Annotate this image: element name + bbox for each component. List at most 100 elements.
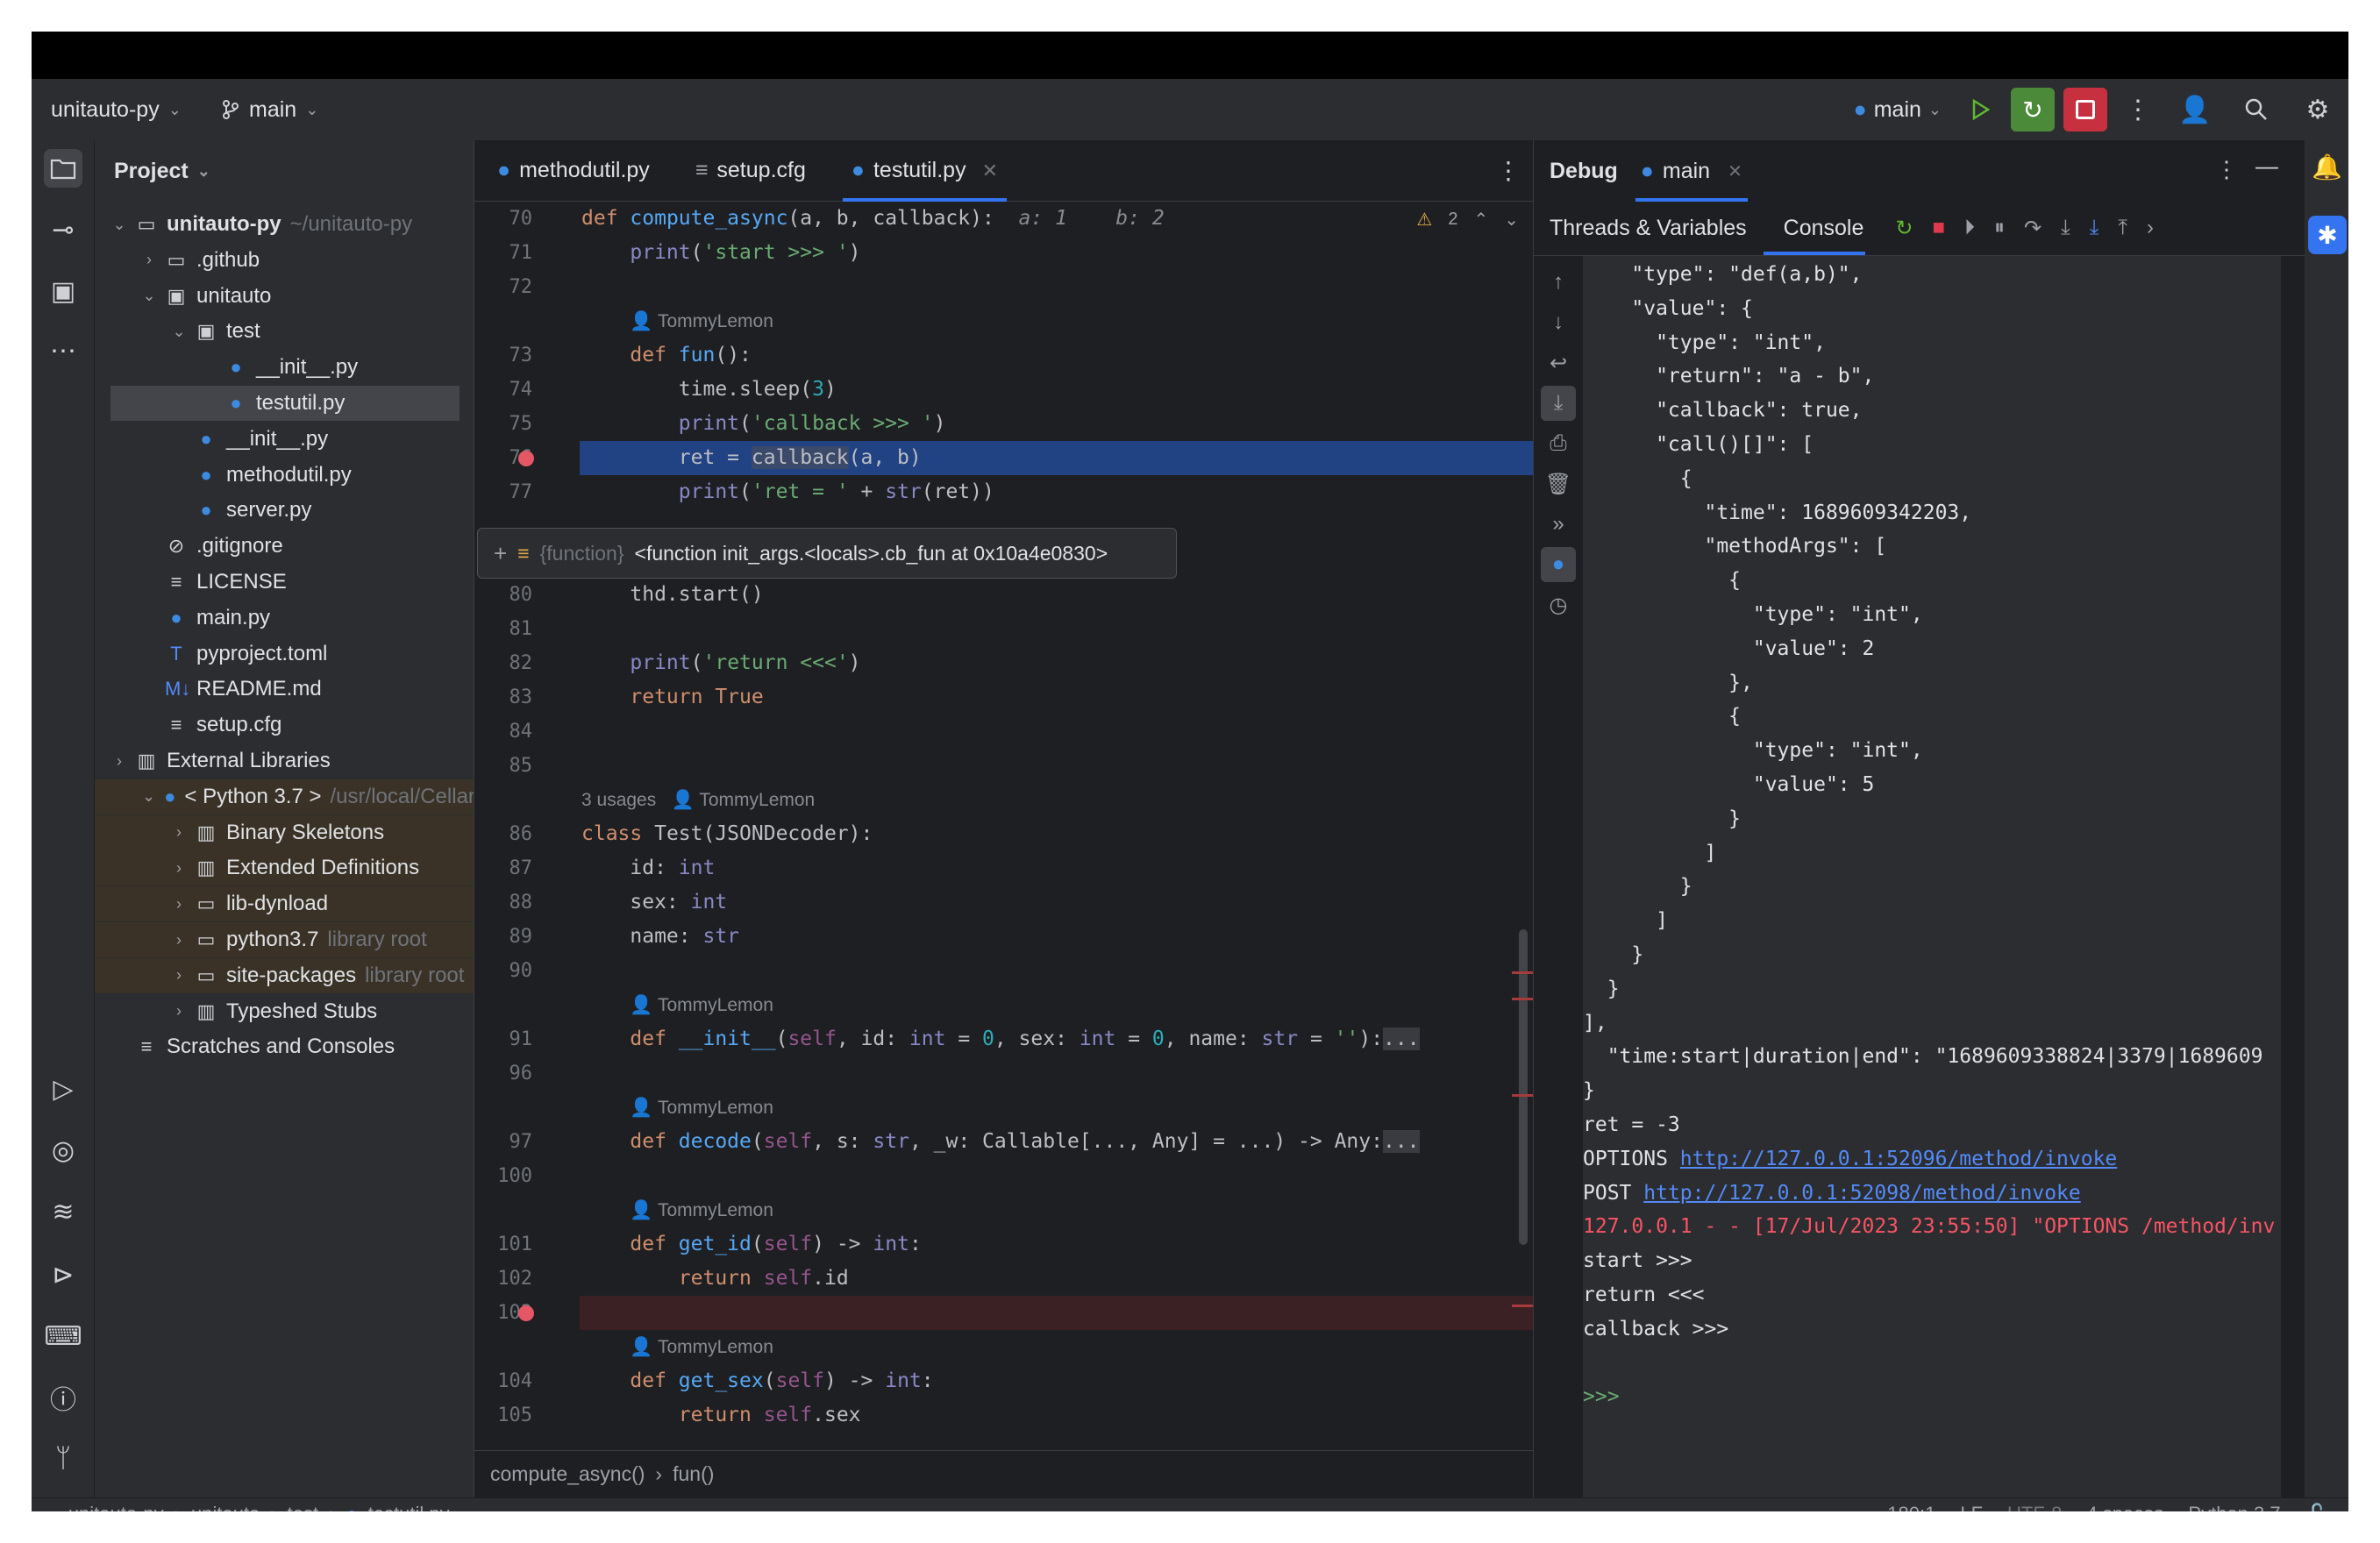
chevron-down-icon[interactable]: ⌄: [172, 323, 186, 341]
close-icon[interactable]: ✕: [1728, 160, 1742, 182]
path-item[interactable]: test: [288, 1503, 318, 1512]
stop-icon[interactable]: ■: [1933, 216, 1946, 241]
project-selector[interactable]: unitauto-py ⌄: [51, 79, 182, 140]
chevron-right-icon[interactable]: ›: [172, 966, 186, 985]
debug-session-tab[interactable]: ● main ✕: [1641, 140, 1742, 202]
arrow-down-icon[interactable]: ↓: [1541, 305, 1576, 340]
tree-item[interactable]: ≡Scratches and Consoles: [95, 1029, 474, 1064]
value-tooltip[interactable]: + ≡ {function} <function init_args.<loca…: [477, 528, 1177, 579]
print-icon[interactable]: ⎙: [1541, 426, 1576, 461]
tree-item[interactable]: ●testutil.py: [110, 386, 460, 421]
tree-item[interactable]: ●__init__.py: [95, 422, 474, 457]
console-link[interactable]: http://127.0.0.1:52098/method/invoke: [1643, 1182, 2081, 1205]
structure-icon[interactable]: ▣: [44, 272, 82, 310]
terminal-icon[interactable]: ⌨: [44, 1317, 82, 1355]
tab-console[interactable]: Console: [1782, 216, 1866, 241]
clear-icon[interactable]: 🗑: [1541, 466, 1576, 501]
expand-icon[interactable]: +: [494, 540, 507, 567]
chevron-down-icon[interactable]: ⌄: [142, 787, 155, 806]
python-interpreter[interactable]: Python 3.7: [2188, 1503, 2280, 1512]
chevron-right-icon[interactable]: ›: [2147, 216, 2154, 241]
step-into-icon[interactable]: ⤓: [2061, 216, 2070, 241]
close-icon[interactable]: ✕: [982, 160, 998, 182]
tree-item[interactable]: ›▭.github: [95, 243, 474, 278]
services-icon[interactable]: ⊳: [44, 1255, 82, 1294]
tab-threads-variables[interactable]: Threads & Variables: [1550, 216, 1747, 241]
step-out-icon[interactable]: ⤒: [2118, 216, 2127, 241]
tree-item[interactable]: ●__init__.py: [95, 350, 474, 385]
commit-icon[interactable]: ⊸: [44, 210, 82, 249]
chevron-right-icon[interactable]: ›: [172, 895, 186, 914]
run-icon[interactable]: [1954, 79, 2006, 140]
history-icon[interactable]: ◷: [1541, 587, 1576, 622]
debug-console[interactable]: "type": "def(a,b)", "value": { "type": "…: [1583, 256, 2281, 1497]
path-item[interactable]: unitauto: [191, 1503, 260, 1512]
tree-item[interactable]: ⊘.gitignore: [95, 529, 474, 564]
rerun-debug-icon[interactable]: ↻: [2006, 79, 2059, 140]
tree-item[interactable]: ›▭python3.7library root: [95, 922, 474, 957]
indent-setting[interactable]: 4 spaces: [2086, 1503, 2163, 1512]
run-config-selector[interactable]: ● main ⌄: [1842, 97, 1954, 123]
layers-icon[interactable]: ≋: [44, 1192, 82, 1231]
problems-icon[interactable]: ⓘ: [44, 1378, 82, 1417]
project-folder-icon[interactable]: [44, 149, 82, 188]
expand-more-icon[interactable]: »: [1541, 507, 1576, 542]
chevron-right-icon[interactable]: ›: [172, 931, 186, 949]
tab-setup-cfg[interactable]: ≡setup.cfg: [673, 140, 829, 202]
tree-item[interactable]: ●server.py: [95, 493, 474, 528]
more-tools-icon[interactable]: ⋯: [44, 331, 82, 370]
chevron-right-icon[interactable]: ›: [112, 752, 126, 771]
tree-item[interactable]: ›▥Extended Definitions: [95, 850, 474, 885]
settings-icon[interactable]: ⚙: [2287, 79, 2348, 140]
tree-item[interactable]: ≡setup.cfg: [95, 708, 474, 743]
chevron-right-icon[interactable]: ›: [142, 251, 156, 269]
step-into-my-code-icon[interactable]: ⤓: [2090, 216, 2099, 241]
inspection-widget[interactable]: ⚠2⌃⌄: [1416, 209, 1519, 231]
path-item[interactable]: testutil.py: [368, 1503, 450, 1512]
python-console-icon[interactable]: ◎: [44, 1131, 82, 1170]
tab-methodutil[interactable]: ●methodutil.py: [474, 140, 673, 202]
notifications-icon[interactable]: 🔔: [2312, 153, 2341, 188]
pause-icon[interactable]: ⏸: [1994, 216, 2005, 241]
tree-item[interactable]: ⌄●< Python 3.7 >/usr/local/Cellar: [95, 779, 474, 814]
breadcrumb-item[interactable]: compute_async(): [490, 1462, 645, 1486]
chevron-down-icon[interactable]: ⌄: [142, 287, 156, 305]
tree-item[interactable]: ›▭site-packageslibrary root: [95, 958, 474, 993]
branch-selector[interactable]: main ⌄: [221, 79, 318, 140]
soft-wrap-icon[interactable]: ↩: [1541, 345, 1576, 380]
tree-item[interactable]: ⌄▣unitauto: [95, 279, 474, 314]
minimize-icon[interactable]: —: [2255, 153, 2278, 180]
python-console-icon[interactable]: ●: [1541, 547, 1576, 582]
tree-item[interactable]: ⌄▭unitauto-py~/unitauto-py: [95, 207, 474, 242]
chevron-down-icon[interactable]: ⌄: [1504, 209, 1519, 231]
chevron-up-icon[interactable]: ⌃: [1473, 209, 1488, 231]
console-link[interactable]: http://127.0.0.1:52096/method/invoke: [1680, 1148, 2118, 1170]
stop-icon[interactable]: [2059, 79, 2112, 140]
line-separator[interactable]: LF: [1960, 1503, 1983, 1512]
tree-item[interactable]: ●main.py: [95, 601, 474, 636]
git-icon[interactable]: ᛘ: [44, 1440, 82, 1478]
debug-tool-icon[interactable]: ✱: [2308, 216, 2347, 254]
arrow-up-icon[interactable]: ↑: [1541, 265, 1576, 300]
tabs-more-icon[interactable]: ⋮: [1496, 156, 1521, 185]
add-user-icon[interactable]: 👤: [2164, 79, 2226, 140]
lock-icon[interactable]: 🔓: [2305, 1503, 2329, 1512]
more-icon[interactable]: ⋮: [2112, 79, 2164, 140]
caret-position[interactable]: 180:1: [1887, 1503, 1935, 1512]
tree-item[interactable]: M↓README.md: [95, 672, 474, 707]
tree-item[interactable]: ›▥External Libraries: [95, 743, 474, 779]
editor-scrollbar[interactable]: [1519, 929, 1528, 1245]
chevron-down-icon[interactable]: ⌄: [112, 216, 126, 234]
code-view[interactable]: def compute_async(a, b, callback): a: 1 …: [580, 202, 1534, 1450]
tree-item[interactable]: Tpyproject.toml: [95, 636, 474, 672]
more-icon[interactable]: ⋮: [2215, 156, 2238, 183]
resume-icon[interactable]: ⏵: [1964, 216, 1975, 241]
breadcrumb-item[interactable]: fun(): [673, 1462, 714, 1486]
step-over-icon[interactable]: ↷: [2024, 216, 2042, 241]
search-icon[interactable]: [2226, 79, 2287, 140]
rerun-icon[interactable]: ↻: [1895, 216, 1913, 241]
project-panel-header[interactable]: Project ⌄: [95, 140, 474, 202]
breakpoint-icon[interactable]: [518, 1305, 534, 1321]
chevron-right-icon[interactable]: ›: [172, 823, 186, 842]
run-tool-icon[interactable]: ▷: [44, 1070, 82, 1108]
